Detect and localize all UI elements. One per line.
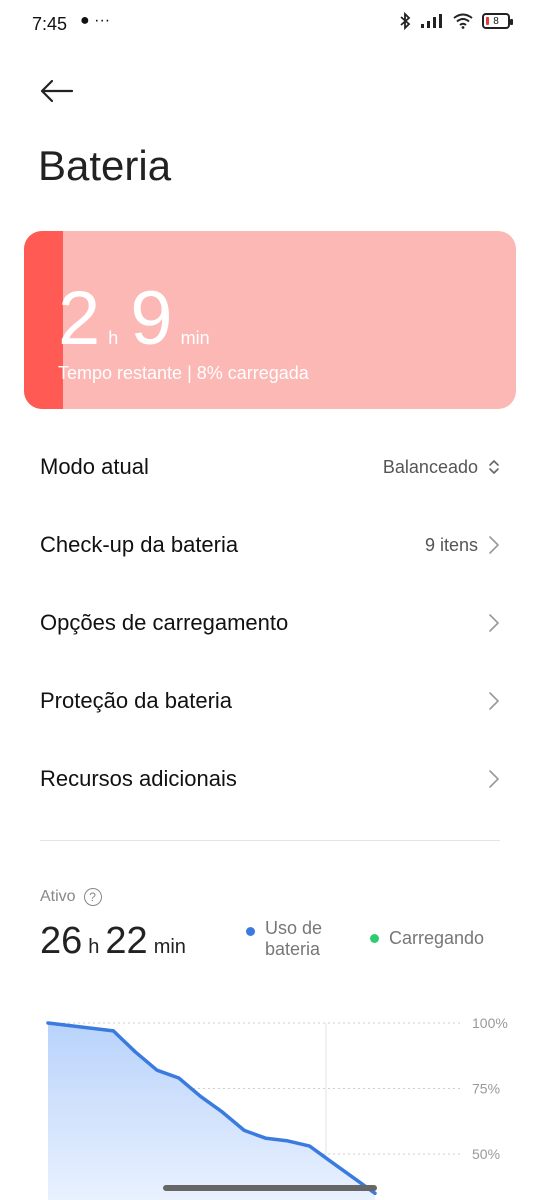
active-minutes: 22 [105, 920, 148, 962]
chevron-right-icon [489, 536, 499, 554]
battery-percent: 8 [493, 15, 499, 27]
legend-usage-line1: Uso de [265, 918, 323, 938]
legend-charging: Carregando [370, 928, 484, 949]
status-right: 8 [398, 12, 513, 30]
page-title: Bateria [38, 142, 172, 189]
active-hours-unit: h [88, 936, 100, 958]
legend-charging-label: Carregando [389, 928, 485, 948]
minutes-unit: min [180, 328, 210, 348]
section-divider [40, 840, 500, 841]
hours-unit: h [108, 328, 119, 348]
wifi-icon [453, 13, 473, 29]
active-hours: 26 [40, 920, 83, 962]
chevron-right-icon [489, 692, 499, 710]
back-arrow-icon[interactable] [38, 76, 74, 106]
legend-charging-dot [370, 934, 379, 943]
active-time: 26 h 22 min [40, 920, 192, 963]
updown-icon [489, 460, 499, 474]
status-time: 7:45 [32, 14, 68, 34]
row-label: Proteção da bateria [40, 688, 233, 713]
row-label: Opções de carregamento [40, 610, 289, 635]
chevron-right-icon [489, 614, 499, 632]
row-battery-checkup[interactable]: Check-up da bateria 9 itens [0, 506, 540, 584]
active-label: Ativo ? [40, 888, 102, 906]
home-indicator[interactable] [163, 1185, 377, 1191]
row-additional-features[interactable]: Recursos adicionais [0, 740, 540, 818]
bluetooth-icon [400, 12, 411, 30]
battery-status-card: 2 h 9 min Tempo restante | 8% carregada [24, 231, 516, 409]
chart-ytick-label: 75% [472, 1081, 500, 1097]
chevron-right-icon [489, 770, 499, 788]
battery-icon: 8 [482, 13, 513, 29]
notification-icons: ● ··· [80, 12, 111, 29]
row-label: Recursos adicionais [40, 766, 237, 791]
legend-usage-line2: bateria [265, 939, 321, 959]
legend-usage-dot [246, 927, 255, 936]
chart-ytick-label: 50% [472, 1146, 500, 1162]
battery-usage-chart: 100% 75% 50% [46, 1015, 508, 1200]
active-minutes-unit: min [153, 936, 186, 958]
signal-icon [421, 14, 442, 28]
row-label: Modo atual [40, 454, 149, 479]
remaining-subtitle: Tempo restante | 8% carregada [58, 363, 309, 383]
remaining-hours: 2 [58, 276, 100, 361]
row-current-mode[interactable]: Modo atual Balanceado [0, 428, 540, 506]
active-label-text: Ativo [40, 888, 76, 905]
chart-ytick-label: 100% [472, 1015, 508, 1031]
row-value: Balanceado [382, 456, 478, 477]
legend-usage: Uso de bateria [246, 918, 322, 960]
row-battery-protection[interactable]: Proteção da bateria [0, 662, 540, 740]
row-charging-options[interactable]: Opções de carregamento [0, 584, 540, 662]
row-label: Check-up da bateria [40, 532, 239, 557]
row-value: 9 itens [424, 534, 478, 555]
remaining-minutes: 9 [130, 276, 172, 361]
remaining-time: 2 h 9 min [58, 275, 222, 362]
help-icon[interactable]: ? [83, 888, 102, 906]
